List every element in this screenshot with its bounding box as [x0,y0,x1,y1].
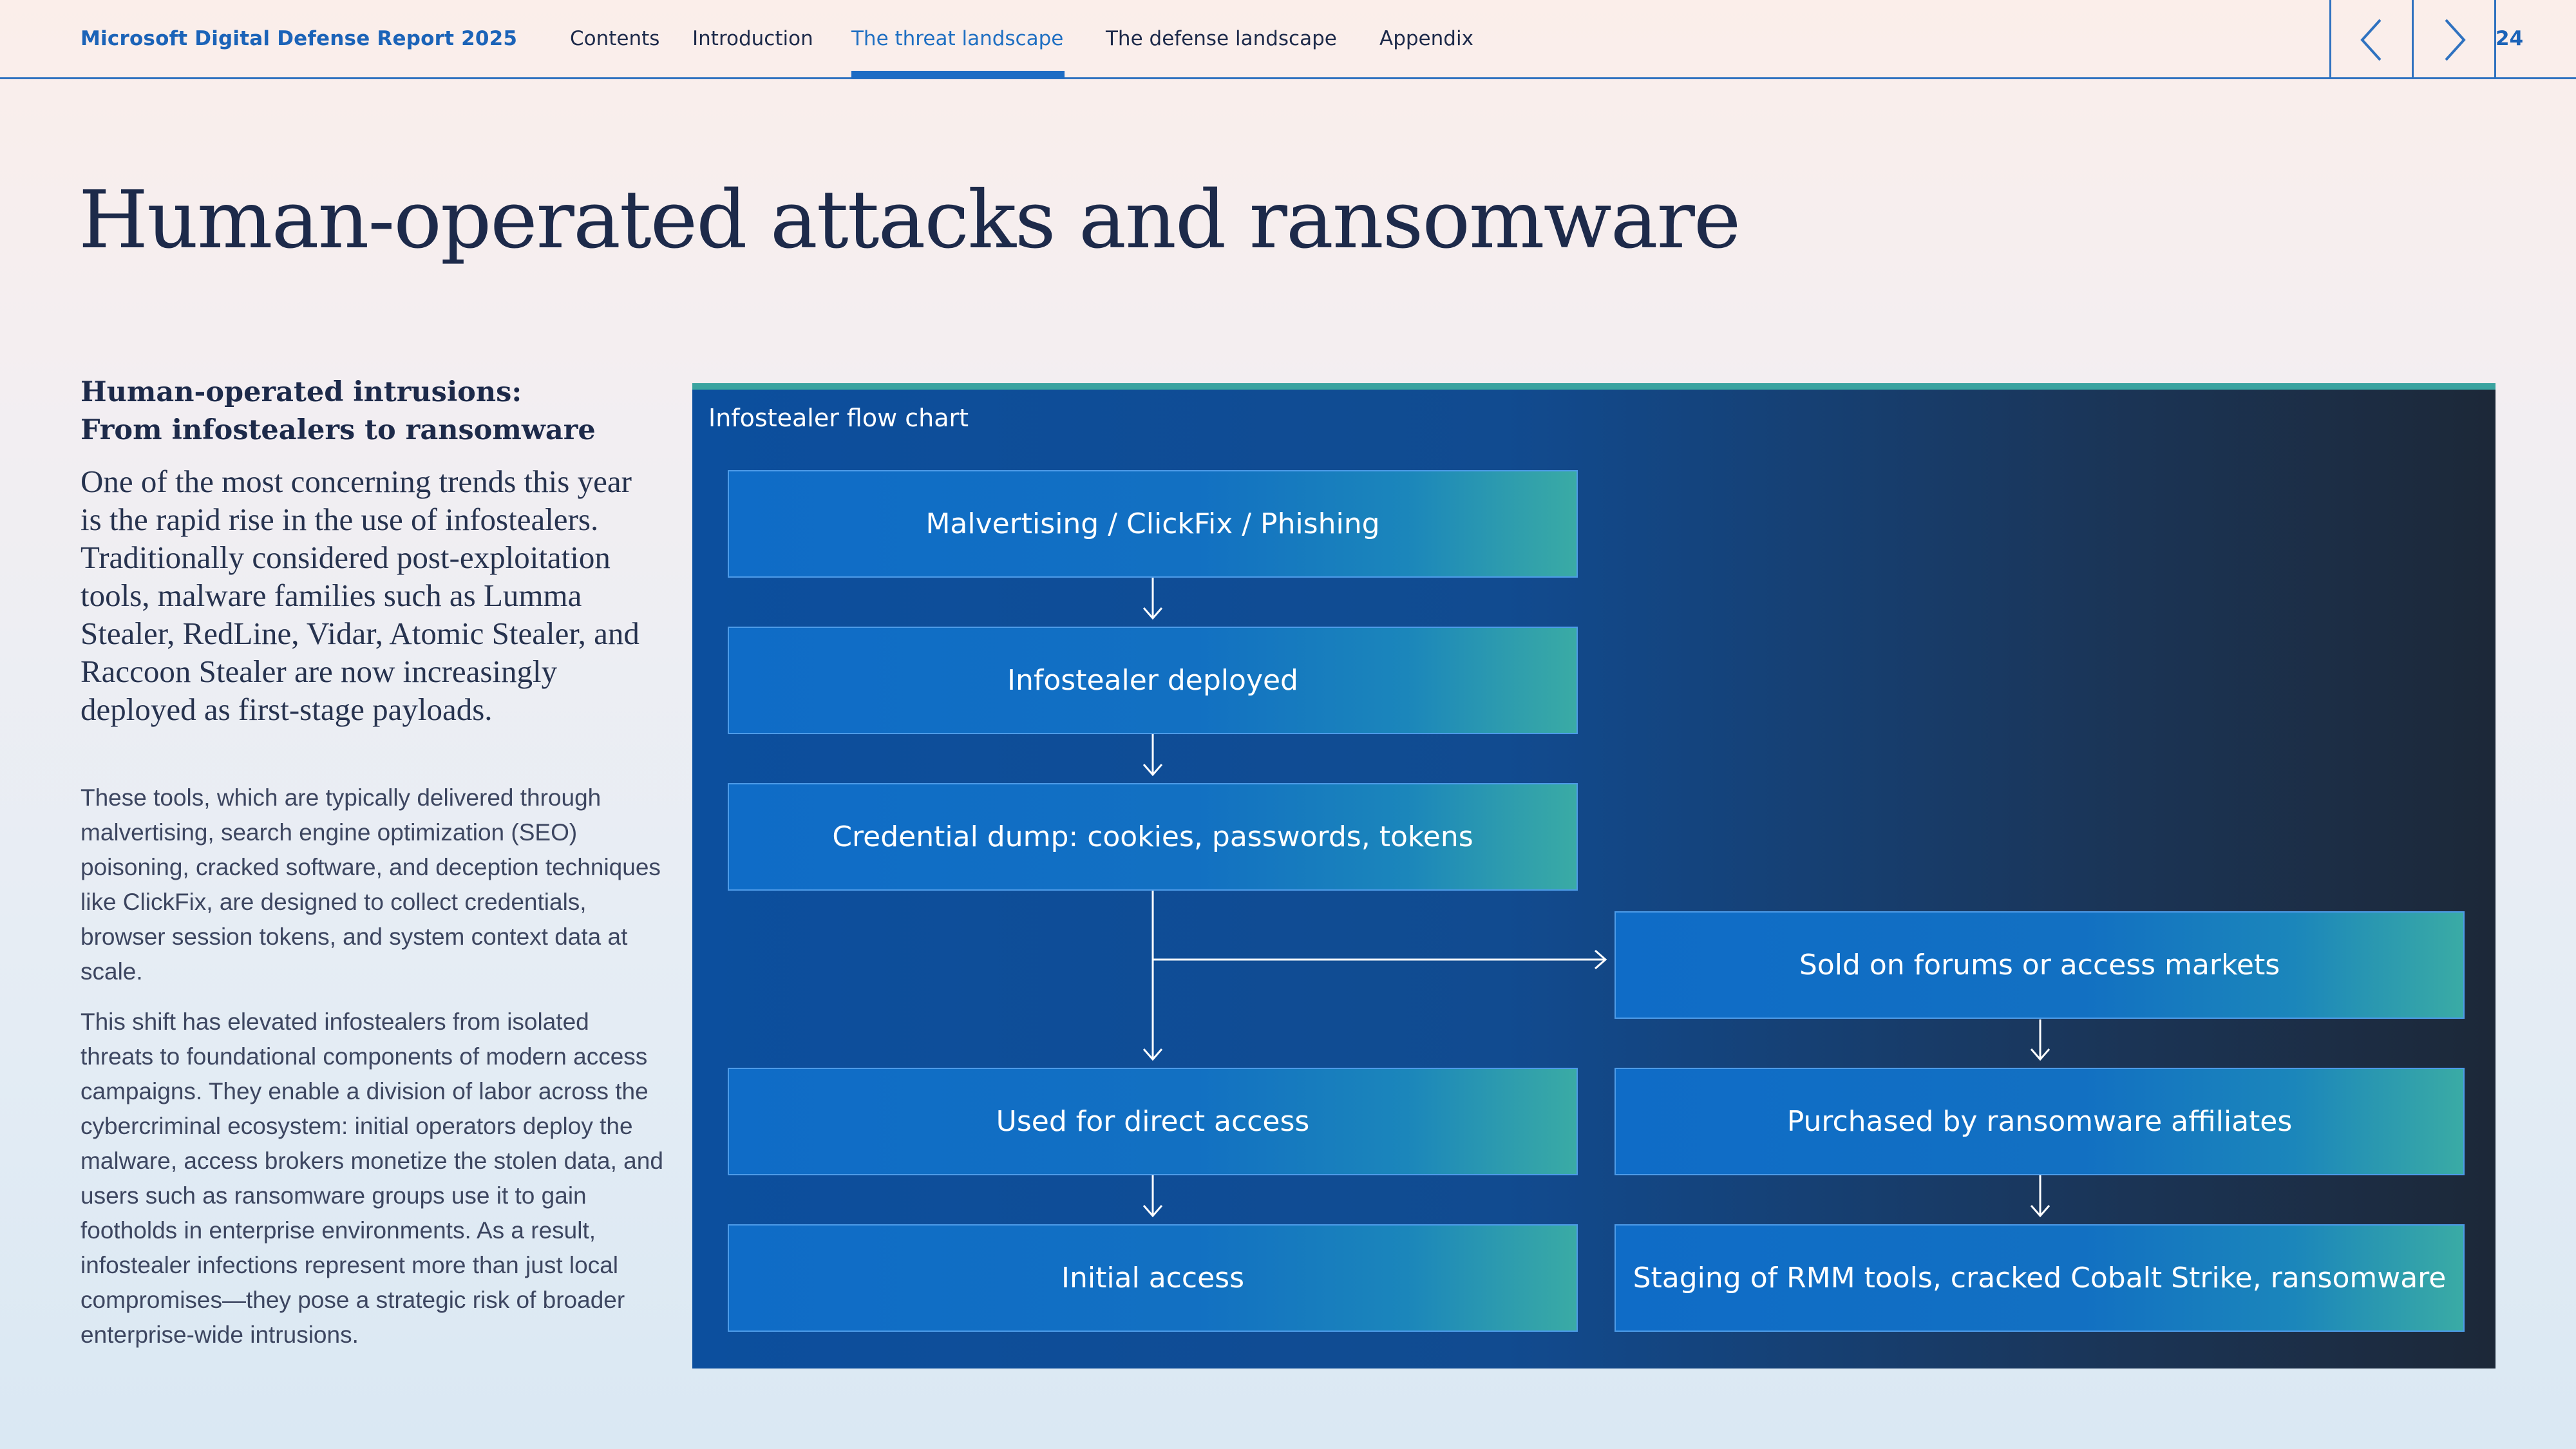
top-navigation: Microsoft Digital Defense Report 2025 Co… [0,0,2576,79]
nav-contents[interactable]: Contents [570,27,659,50]
previous-page-button[interactable] [2329,0,2412,79]
flow-node-staging-tools: Staging of RMM tools, cracked Cobalt Str… [1615,1224,2465,1332]
nav-appendix[interactable]: Appendix [1379,27,1473,50]
infostealer-flowchart-panel: Infostealer flow chart Malvertising / Cl… [692,383,2496,1368]
flow-node-sold-on-forums: Sold on forums or access markets [1615,911,2465,1019]
chevron-left-icon [2360,19,2381,61]
page-title: Human-operated attacks and ransomware [79,174,1741,267]
section-subheading: Human-operated intrusions: From infostea… [80,374,660,450]
lead-paragraph: One of the most concerning trends this y… [80,464,639,727]
flow-node-malvertising: Malvertising / ClickFix / Phishing [728,470,1578,578]
next-page-button[interactable] [2412,0,2494,79]
subheading-line-2: From infostealers to ransomware [80,414,596,446]
flow-node-infostealer-deployed: Infostealer deployed [728,627,1578,734]
flow-node-credential-dump: Credential dump: cookies, passwords, tok… [728,783,1578,891]
report-brand[interactable]: Microsoft Digital Defense Report 2025 [80,27,517,50]
active-tab-indicator [851,71,1065,79]
body-paragraph-2: This shift has elevated infostealers fro… [80,1009,663,1348]
page-number: 24 [2496,27,2524,50]
nav-threat-landscape[interactable]: The threat landscape [851,27,1063,50]
flow-node-purchased-by-affiliates: Purchased by ransomware affiliates [1615,1068,2465,1175]
flow-node-direct-access: Used for direct access [728,1068,1578,1175]
body-paragraph-1: These tools, which are typically deliver… [80,784,661,985]
subheading-line-1: Human-operated intrusions: [80,376,522,408]
flow-node-initial-access: Initial access [728,1224,1578,1332]
nav-defense-landscape[interactable]: The defense landscape [1106,27,1337,50]
nav-introduction[interactable]: Introduction [692,27,813,50]
chevron-right-icon [2445,19,2466,61]
